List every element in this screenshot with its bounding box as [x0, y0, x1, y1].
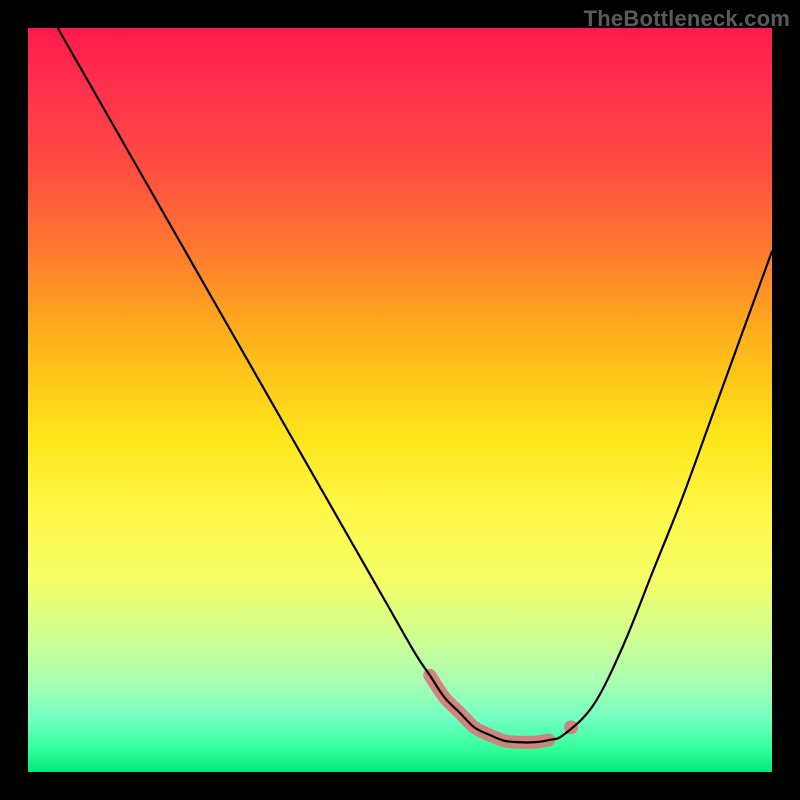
curve-layer	[28, 28, 772, 772]
bottleneck-curve	[58, 28, 772, 742]
chart-frame: TheBottleneck.com	[0, 0, 800, 800]
optimal-range-highlight	[430, 675, 549, 742]
gradient-plot-area	[28, 28, 772, 772]
